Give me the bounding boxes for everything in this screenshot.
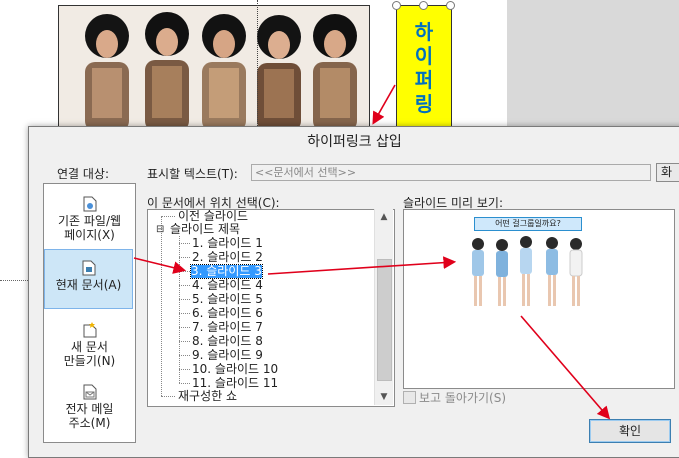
slide-canvas: 하 이 퍼 링: [0, 0, 507, 132]
group-photo-image: [59, 6, 369, 131]
sticker-char: 하: [414, 20, 434, 44]
tree-guide-line: [179, 327, 190, 328]
tree-guide-line: [179, 341, 190, 342]
tree-guide-line: [179, 236, 180, 383]
slide-thumbnail: 어떤 걸그룹일까요?: [464, 214, 590, 312]
slide-thumbnail-caption: 어떤 걸그룹일까요?: [474, 217, 582, 231]
tree-scrollbar[interactable]: ▲ ▼: [374, 209, 393, 405]
link-email-label-2: 주소(M): [68, 416, 111, 430]
tree-guide-line: [179, 299, 190, 300]
tree-guide-line: [179, 313, 190, 314]
show-and-return-checkbox[interactable]: [403, 391, 416, 404]
display-text-input[interactable]: <<문서에서 선택>>: [251, 164, 651, 181]
slide-preview: 어떤 걸그룹일까요?: [403, 209, 675, 389]
tree-item-slide[interactable]: 5. 슬라이드 5: [192, 293, 263, 306]
insert-hyperlink-dialog: 하이퍼링크 삽입 연결 대상: 표시할 텍스트(T): <<문서에서 선택>> …: [28, 126, 679, 458]
tree-item-slide-selected[interactable]: 3. 슬라이드 3: [190, 264, 263, 279]
tree-guide-line: [179, 285, 190, 286]
tree-item-slide-titles[interactable]: 슬라이드 제목: [170, 223, 240, 236]
resize-handle-top-left[interactable]: [392, 1, 401, 10]
hyperlink-text-box[interactable]: 하 이 퍼 링: [396, 5, 452, 132]
collapse-icon[interactable]: ⊟: [156, 225, 164, 235]
tree-guide-line: [179, 383, 190, 384]
ok-button[interactable]: 확인: [589, 419, 671, 443]
sticker-char: 이: [414, 44, 434, 68]
selection-guide-line: [257, 0, 258, 130]
dialog-title: 하이퍼링크 삽입: [307, 134, 402, 150]
sticker-char: 퍼: [414, 68, 434, 92]
link-new-document-label-2: 만들기(N): [63, 354, 116, 368]
scroll-thumb[interactable]: [377, 259, 392, 381]
guide-dots: [0, 280, 28, 281]
sticker-char: 링: [414, 92, 434, 116]
slide-thumbnail-photo: [472, 236, 583, 306]
display-text-label: 표시할 텍스트(T):: [147, 167, 238, 181]
tree-item-slide[interactable]: 2. 슬라이드 2: [192, 251, 263, 264]
resize-handle-top[interactable]: [419, 1, 428, 10]
group-photo[interactable]: [58, 5, 370, 132]
link-existing-file-label-2: 페이지(X): [64, 228, 115, 242]
email-icon: [83, 384, 96, 400]
link-this-document-button[interactable]: 현재 문서(A): [44, 249, 133, 309]
tree-guide-line: [179, 257, 190, 258]
tree-item-slide[interactable]: 4. 슬라이드 4: [192, 279, 263, 292]
link-email-label: 전자 메일: [65, 402, 114, 416]
link-email-button[interactable]: 전자 메일 주소(M): [45, 384, 134, 430]
tree-guide-line: [179, 243, 190, 244]
tree-item-slide[interactable]: 10. 슬라이드 10: [192, 363, 278, 376]
screentip-button[interactable]: 화: [656, 163, 679, 182]
scroll-up-icon[interactable]: ▲: [375, 209, 393, 225]
tree-item-slide[interactable]: 9. 슬라이드 9: [192, 349, 263, 362]
existing-file-icon: [83, 196, 96, 212]
scroll-down-icon[interactable]: ▼: [375, 389, 393, 405]
tree-item-slide[interactable]: 6. 슬라이드 6: [192, 307, 263, 320]
place-in-document-tree: 이전 슬라이드 ⊟ 슬라이드 제목 1. 슬라이드 1 2. 슬라이드 2 3.…: [147, 209, 395, 407]
resize-handle-top-right[interactable]: [446, 1, 455, 10]
tree-guide-line: [161, 396, 175, 397]
link-this-document-label: 현재 문서(A): [55, 278, 122, 292]
tree-item-slide[interactable]: 8. 슬라이드 8: [192, 335, 263, 348]
link-to-panel: 기존 파일/웹 페이지(X) 현재 문서(A) 새 문서 만들기(N) 전자 메…: [43, 183, 136, 443]
tree-guide-line: [179, 355, 190, 356]
new-document-icon: [83, 322, 96, 338]
tree-item-custom-shows[interactable]: 재구성한 쇼: [178, 390, 237, 403]
tree-item-slide[interactable]: 7. 슬라이드 7: [192, 321, 263, 334]
tree-guide-line: [179, 271, 190, 272]
workspace-gray-area: [507, 0, 679, 130]
link-new-document-label: 새 문서: [71, 340, 108, 354]
link-to-label: 연결 대상:: [57, 167, 110, 181]
link-new-document-button[interactable]: 새 문서 만들기(N): [45, 322, 134, 368]
tree-item-slide[interactable]: 1. 슬라이드 1: [192, 237, 263, 250]
hyperlink-text-box-text: 하 이 퍼 링: [397, 20, 451, 116]
link-existing-file-button[interactable]: 기존 파일/웹 페이지(X): [45, 196, 134, 242]
show-and-return-label: 보고 돌아가기(S): [419, 391, 507, 405]
tree-guide-line: [161, 216, 162, 396]
link-existing-file-label: 기존 파일/웹: [57, 214, 122, 228]
this-document-icon: [82, 260, 95, 276]
tree-guide-line: [161, 216, 175, 217]
tree-guide-line: [179, 369, 190, 370]
